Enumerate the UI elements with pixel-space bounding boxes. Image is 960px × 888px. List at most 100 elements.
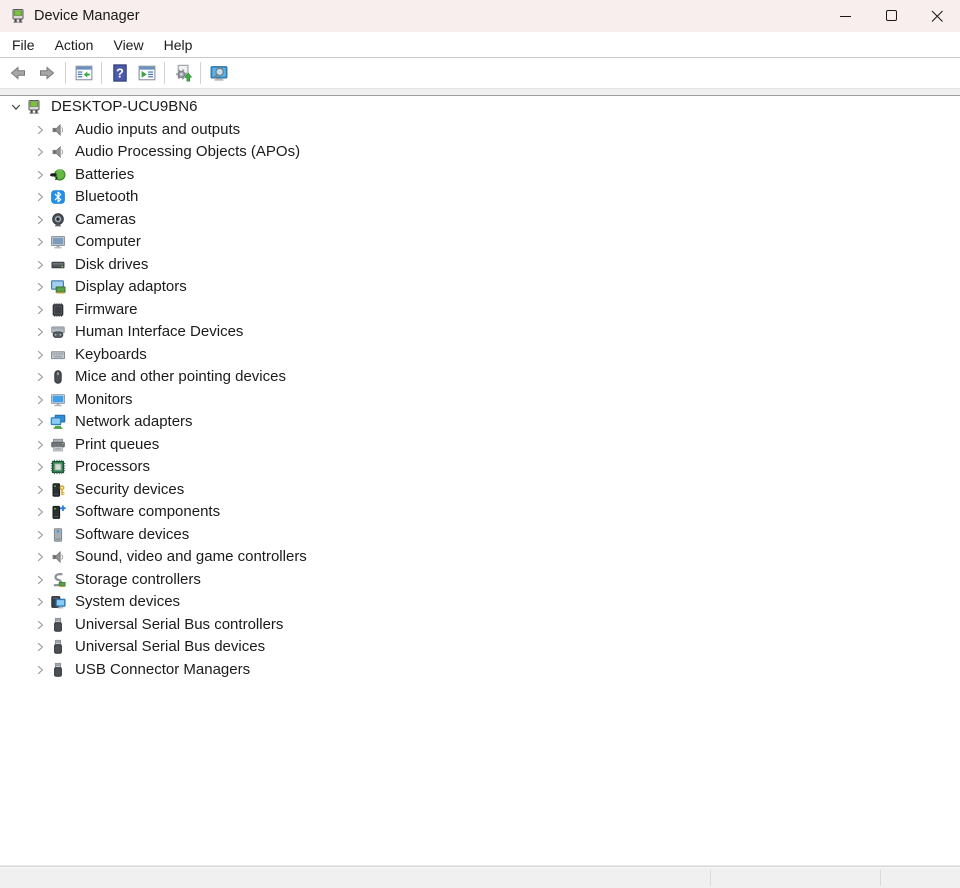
chevron-collapsed-icon[interactable] [29, 347, 50, 363]
tree-item-label: Audio Processing Objects (APOs) [75, 144, 300, 160]
tree-item-firmware[interactable]: Firmware [0, 299, 960, 322]
chevron-collapsed-icon[interactable] [29, 617, 50, 633]
tree-item-label: Network adapters [75, 414, 193, 430]
maximize-button[interactable] [868, 0, 914, 32]
chevron-collapsed-icon[interactable] [29, 234, 50, 250]
usb-plug-icon [50, 662, 66, 678]
tree-item-label: Mice and other pointing devices [75, 369, 286, 385]
back-arrow-icon [7, 65, 29, 81]
chevron-collapsed-icon[interactable] [29, 324, 50, 340]
tree-item-print-queues[interactable]: Print queues [0, 434, 960, 457]
computer-icon [50, 234, 66, 250]
chevron-collapsed-icon[interactable] [29, 504, 50, 520]
show-hide-action-pane-button[interactable] [133, 60, 160, 87]
tree-item-universal-serial-bus-devices[interactable]: Universal Serial Bus devices [0, 636, 960, 659]
chevron-collapsed-icon[interactable] [29, 662, 50, 678]
device-manager-window: Device Manager FileActionViewHelp ? DESK… [0, 0, 960, 888]
toolbar-separator [164, 62, 165, 84]
tree-item-label: Batteries [75, 167, 134, 183]
add-legacy-hardware-button[interactable] [169, 60, 196, 87]
tree-item-keyboards[interactable]: Keyboards [0, 344, 960, 367]
add-hardware-icon [174, 64, 192, 82]
tree-item-label: Universal Serial Bus controllers [75, 617, 283, 633]
tree-item-processors[interactable]: Processors [0, 456, 960, 479]
chevron-collapsed-icon[interactable] [29, 392, 50, 408]
title-bar: Device Manager [0, 0, 960, 32]
toolbar-separator [101, 62, 102, 84]
menu-action[interactable]: Action [45, 32, 104, 57]
scan-for-hardware-changes-button[interactable] [205, 60, 232, 87]
tree-item-network-adapters[interactable]: Network adapters [0, 411, 960, 434]
tree-item-human-interface-devices[interactable]: Human Interface Devices [0, 321, 960, 344]
tree-item-monitors[interactable]: Monitors [0, 389, 960, 412]
usb-plug-icon [50, 617, 66, 633]
menu-bar: FileActionViewHelp [0, 32, 960, 58]
device-tree: DESKTOP-UCU9BN6Audio inputs and outputs A… [0, 96, 960, 866]
tree-item-audio-inputs-and-outputs[interactable]: Audio inputs and outputs [0, 119, 960, 142]
tree-item-cameras[interactable]: Cameras [0, 209, 960, 232]
minimize-icon [822, 0, 868, 32]
chevron-collapsed-icon[interactable] [29, 212, 50, 228]
chevron-collapsed-icon[interactable] [29, 167, 50, 183]
disk-drive-icon [50, 257, 66, 273]
tree-item-computer[interactable]: Computer [0, 231, 960, 254]
tree-item-label: Computer [75, 234, 141, 250]
chevron-collapsed-icon[interactable] [29, 549, 50, 565]
tree-item-system-devices[interactable]: System devices [0, 591, 960, 614]
forward-button[interactable] [32, 60, 61, 87]
tree-item-universal-serial-bus-controllers[interactable]: Universal Serial Bus controllers [0, 614, 960, 637]
chevron-collapsed-icon[interactable] [29, 189, 50, 205]
chevron-collapsed-icon[interactable] [29, 369, 50, 385]
chevron-collapsed-icon[interactable] [29, 144, 50, 160]
chevron-collapsed-icon[interactable] [29, 302, 50, 318]
chevron-collapsed-icon[interactable] [29, 527, 50, 543]
back-button[interactable] [3, 60, 32, 87]
chevron-collapsed-icon[interactable] [29, 459, 50, 475]
device-manager-icon [10, 8, 26, 24]
tree-item-label: Firmware [75, 302, 138, 318]
chevron-expanded-icon[interactable] [5, 99, 26, 115]
tree-item-bluetooth[interactable]: Bluetooth [0, 186, 960, 209]
chevron-collapsed-icon[interactable] [29, 257, 50, 273]
system-device-icon [50, 594, 66, 610]
svg-text:?: ? [116, 66, 124, 81]
tree-item-software-components[interactable]: Software components [0, 501, 960, 524]
tree-item-desktop-ucu9bn6[interactable]: DESKTOP-UCU9BN6 [0, 96, 960, 119]
tree-item-disk-drives[interactable]: Disk drives [0, 254, 960, 277]
menu-help[interactable]: Help [154, 32, 203, 57]
tree-item-audio-processing-objects-apos[interactable]: Audio Processing Objects (APOs) [0, 141, 960, 164]
help-button[interactable]: ? [106, 60, 133, 87]
chevron-collapsed-icon[interactable] [29, 639, 50, 655]
speaker-icon [50, 549, 66, 565]
minimize-button[interactable] [822, 0, 868, 32]
chevron-collapsed-icon[interactable] [29, 594, 50, 610]
menu-view[interactable]: View [103, 32, 153, 57]
toolbar-separator [200, 62, 201, 84]
tree-item-label: Human Interface Devices [75, 324, 243, 340]
tree-item-batteries[interactable]: Batteries [0, 164, 960, 187]
menu-file[interactable]: File [2, 32, 45, 57]
tree-item-security-devices[interactable]: Security devices [0, 479, 960, 502]
storage-controller-icon [50, 572, 66, 588]
tree-item-mice-and-other-pointing-devices[interactable]: Mice and other pointing devices [0, 366, 960, 389]
tree-item-display-adaptors[interactable]: Display adaptors [0, 276, 960, 299]
window-title: Device Manager [34, 8, 822, 24]
tree-item-label: Print queues [75, 437, 159, 453]
tree-item-software-devices[interactable]: Software devices [0, 524, 960, 547]
chevron-collapsed-icon[interactable] [29, 122, 50, 138]
device-manager-icon [26, 99, 42, 115]
chevron-collapsed-icon[interactable] [29, 414, 50, 430]
chevron-collapsed-icon[interactable] [29, 437, 50, 453]
chevron-collapsed-icon[interactable] [29, 279, 50, 295]
tree-item-sound-video-and-game-controllers[interactable]: Sound, video and game controllers [0, 546, 960, 569]
tree-item-storage-controllers[interactable]: Storage controllers [0, 569, 960, 592]
tree-item-usb-connector-managers[interactable]: USB Connector Managers [0, 659, 960, 682]
chevron-collapsed-icon[interactable] [29, 572, 50, 588]
close-button[interactable] [914, 0, 960, 32]
toolbar-separator [65, 62, 66, 84]
tree-item-label: Bluetooth [75, 189, 138, 205]
usb-plug-icon [50, 639, 66, 655]
processor-icon [50, 459, 66, 475]
chevron-collapsed-icon[interactable] [29, 482, 50, 498]
show-hide-console-tree-button[interactable] [70, 60, 97, 87]
